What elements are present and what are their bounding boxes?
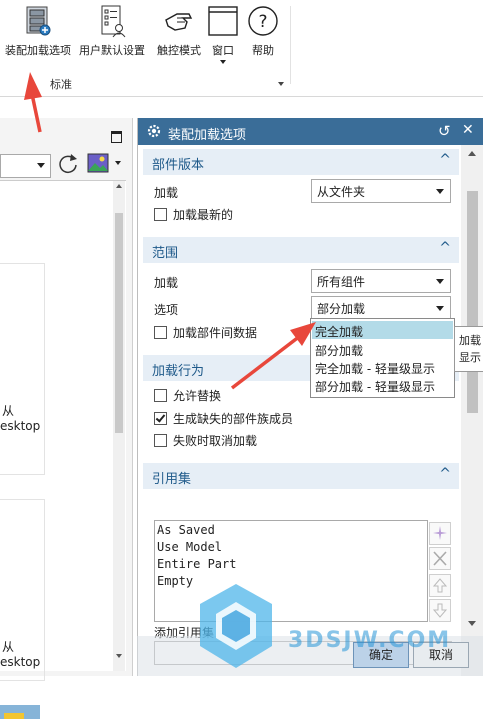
annotation-arrow-up [30, 93, 42, 133]
annotation-arrows [24, 72, 316, 390]
annotation-arrow-diag [230, 334, 302, 390]
annotation-arrow-up-head [24, 72, 42, 100]
file-thumbnail [0, 705, 40, 719]
file-thumbnail-accent [4, 713, 24, 719]
